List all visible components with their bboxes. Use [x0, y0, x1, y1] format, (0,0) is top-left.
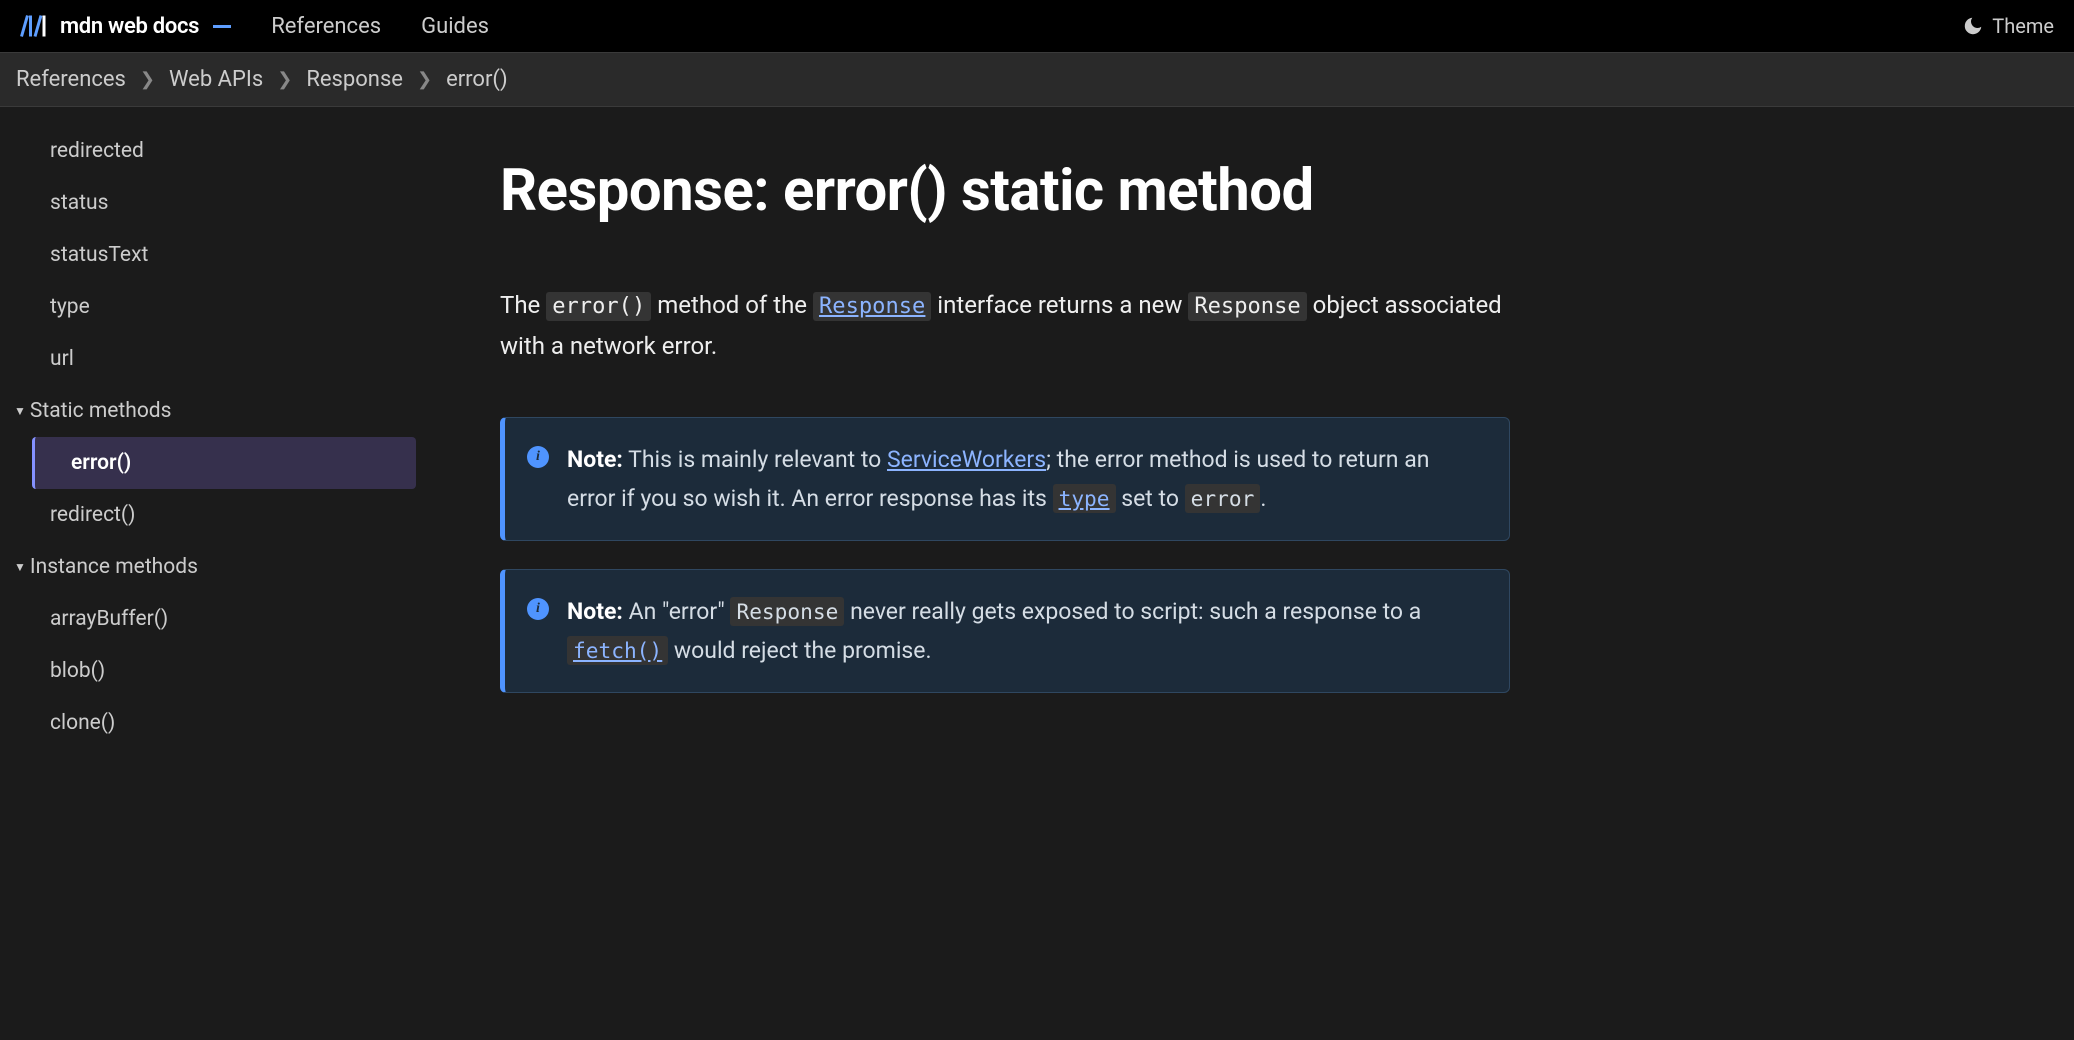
- sidebar-heading-instance-label: Instance methods: [30, 555, 198, 579]
- nav-guides[interactable]: Guides: [421, 14, 489, 39]
- page-title: Response: error() static method: [500, 157, 1510, 225]
- sidebar-item-statustext[interactable]: statusText: [32, 229, 416, 281]
- intro-paragraph: The error() method of the Response inter…: [500, 285, 1510, 367]
- sidebar-item-redirected[interactable]: redirected: [32, 125, 416, 177]
- theme-label: Theme: [1992, 14, 2054, 38]
- sidebar-heading-instance[interactable]: ▼ Instance methods: [14, 541, 416, 593]
- sidebar-item-arraybuffer[interactable]: arrayBuffer(): [32, 593, 416, 645]
- top-nav: References Guides: [271, 14, 489, 39]
- info-icon: i: [527, 446, 549, 468]
- sidebar-item-error[interactable]: error(): [32, 437, 416, 489]
- code-error-value: error: [1185, 484, 1261, 513]
- sidebar-item-redirect[interactable]: redirect(): [32, 489, 416, 541]
- note-error-response: i Note: An "error" Response never really…: [500, 569, 1510, 693]
- logo-mark-icon: [20, 12, 50, 40]
- chevron-right-icon: ❯: [417, 69, 432, 90]
- link-serviceworkers[interactable]: ServiceWorkers: [887, 446, 1046, 473]
- crumb-error[interactable]: error(): [446, 67, 508, 92]
- note-label: Note:: [567, 598, 623, 625]
- code-response: Response: [730, 597, 844, 626]
- info-icon: i: [527, 598, 549, 620]
- code-error: error(): [546, 292, 651, 321]
- moon-icon: [1962, 15, 1984, 37]
- sidebar: redirected status statusText type url ▼ …: [0, 107, 430, 767]
- sidebar-item-url[interactable]: url: [32, 333, 416, 385]
- logo[interactable]: mdn web docs: [20, 12, 231, 40]
- sidebar-item-status[interactable]: status: [32, 177, 416, 229]
- nav-references[interactable]: References: [271, 14, 381, 39]
- sidebar-heading-static-label: Static methods: [30, 399, 172, 423]
- chevron-right-icon: ❯: [277, 69, 292, 90]
- sidebar-item-blob[interactable]: blob(): [32, 645, 416, 697]
- topbar: mdn web docs References Guides Theme: [0, 0, 2074, 53]
- sidebar-item-clone[interactable]: clone(): [32, 697, 416, 749]
- chevron-right-icon: ❯: [140, 69, 155, 90]
- brand-underscore-icon: [213, 25, 231, 28]
- triangle-down-icon: ▼: [14, 560, 26, 574]
- brand-text: mdn web docs: [60, 14, 199, 39]
- crumb-webapis[interactable]: Web APIs: [169, 67, 263, 92]
- theme-toggle[interactable]: Theme: [1962, 14, 2054, 38]
- note-label: Note:: [567, 446, 623, 473]
- link-type[interactable]: type: [1053, 485, 1116, 512]
- triangle-down-icon: ▼: [14, 404, 26, 418]
- link-fetch[interactable]: fetch(): [567, 637, 668, 664]
- code-response: Response: [1188, 292, 1306, 321]
- crumb-response[interactable]: Response: [306, 67, 403, 92]
- main-content: Response: error() static method The erro…: [430, 107, 1530, 767]
- link-response[interactable]: Response: [813, 291, 931, 319]
- crumb-references[interactable]: References: [16, 67, 126, 92]
- sidebar-heading-static[interactable]: ▼ Static methods: [14, 385, 416, 437]
- breadcrumb: References ❯ Web APIs ❯ Response ❯ error…: [0, 53, 2074, 107]
- sidebar-item-type[interactable]: type: [32, 281, 416, 333]
- note-serviceworkers: i Note: This is mainly relevant to Servi…: [500, 417, 1510, 541]
